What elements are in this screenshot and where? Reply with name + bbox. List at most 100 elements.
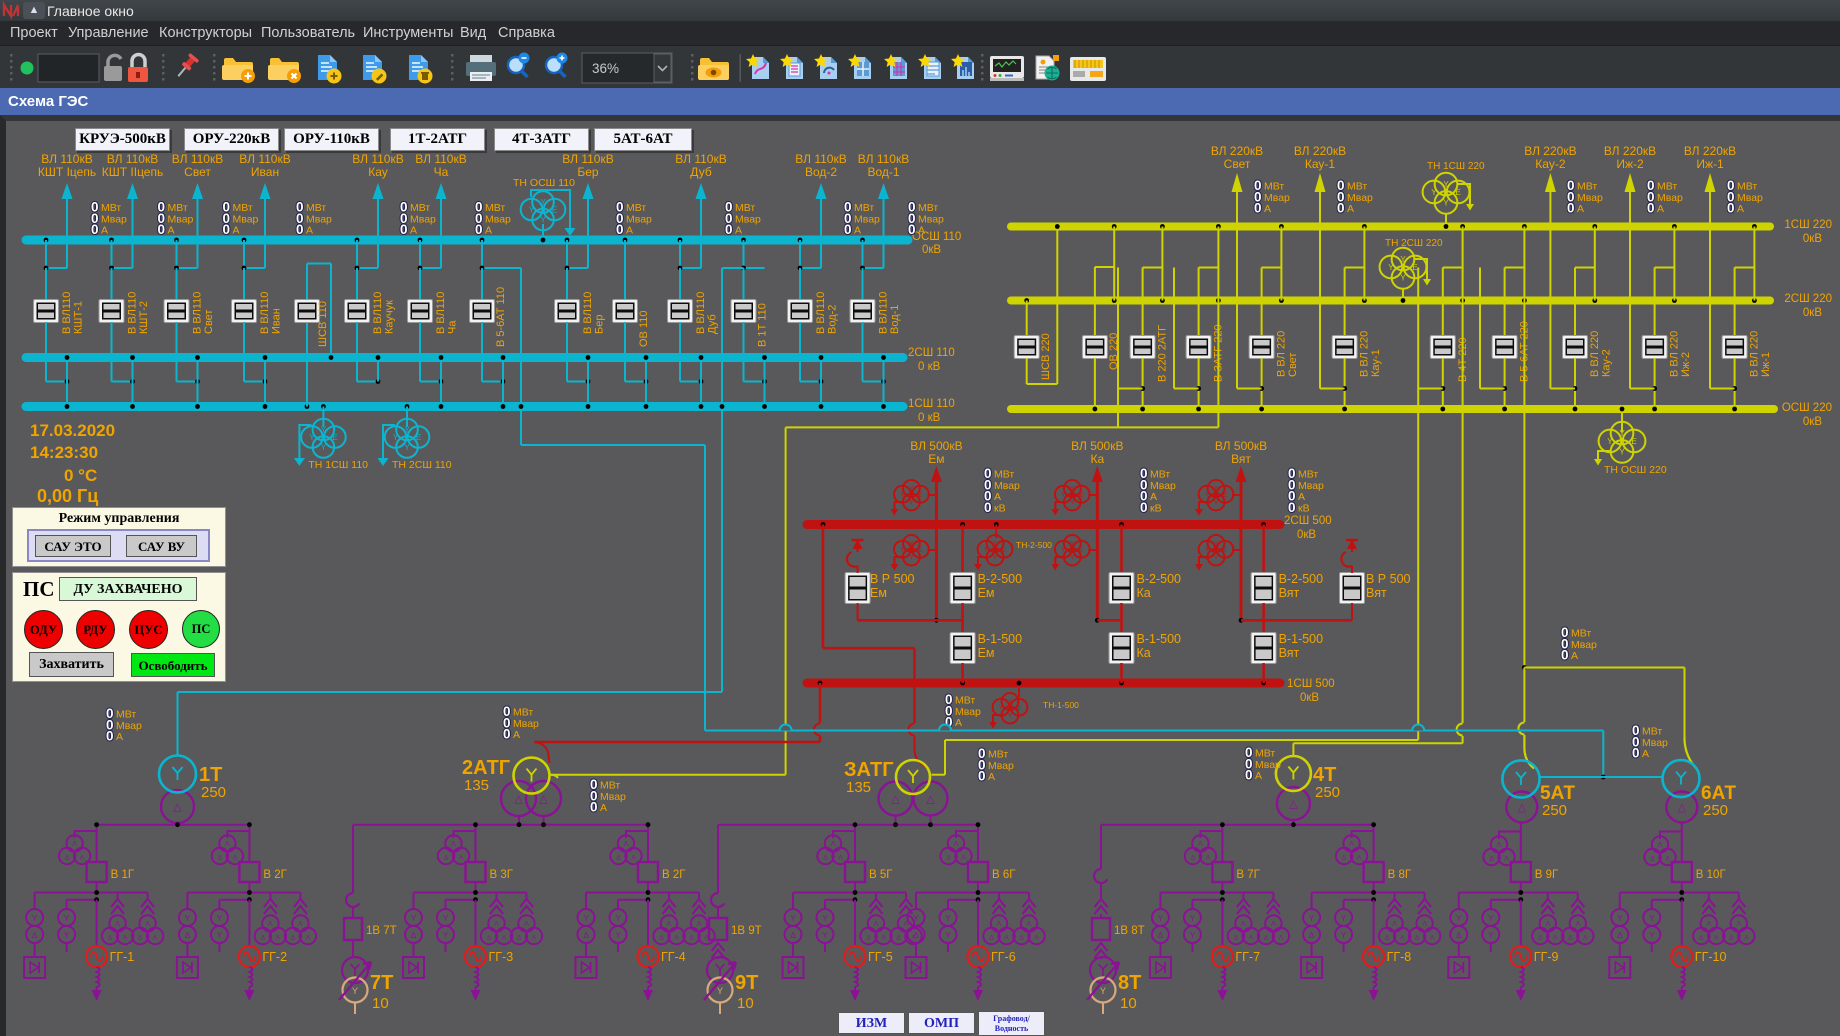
svg-text:0: 0 [158, 222, 166, 237]
svg-text:МВт: МВт [485, 202, 505, 214]
svg-text:В ВЛ 220: В ВЛ 220 [1749, 331, 1761, 377]
svg-text:Λ: Λ [1714, 935, 1719, 942]
svg-text:В ВЛ110: В ВЛ110 [259, 292, 271, 334]
svg-text:Свет: Свет [203, 310, 215, 334]
svg-text:Λ: Λ [1736, 921, 1741, 928]
svg-text:4Т: 4Т [1313, 764, 1336, 786]
svg-text:Y: Y [321, 443, 327, 452]
svg-text:ТН ОСШ 110: ТН ОСШ 110 [513, 177, 575, 189]
svg-text:Λ: Λ [1004, 935, 1009, 942]
svg-text:Мвар: Мвар [1737, 192, 1763, 204]
svg-text:Мвар: Мвар [994, 480, 1020, 492]
svg-text:ВЛ 220кВ: ВЛ 220кВ [1294, 144, 1346, 158]
svg-text:Кау: Кау [368, 165, 388, 179]
svg-text:ВЛ 220кВ: ВЛ 220кВ [1604, 144, 1656, 158]
svg-text:Иж-2: Иж-2 [1616, 157, 1644, 171]
svg-text:Е: Е [1017, 706, 1021, 712]
svg-text:МВт: МВт [1642, 726, 1662, 738]
svg-text:250: 250 [1703, 802, 1728, 819]
svg-text:Вод-2: Вод-2 [805, 165, 837, 179]
svg-text:0: 0 [1140, 500, 1148, 515]
svg-text:ВЛ 500кВ: ВЛ 500кВ [1215, 439, 1267, 453]
svg-text:Δ: Δ [1234, 935, 1239, 942]
svg-text:0: 0 [1632, 746, 1640, 761]
svg-text:кВ: кВ [1298, 502, 1310, 514]
svg-text:А: А [101, 225, 108, 237]
svg-text:10: 10 [1120, 995, 1137, 1012]
svg-text:В Р 500: В Р 500 [1366, 572, 1411, 586]
svg-text:Y: Y [583, 914, 589, 923]
svg-text:Y: Y [1158, 914, 1164, 923]
svg-text:Λ: Λ [115, 921, 120, 928]
svg-text:ТН 2СШ 220: ТН 2СШ 220 [1385, 238, 1443, 249]
svg-text:1В 9Т: 1В 9Т [731, 925, 762, 937]
svg-text:ГГ-5: ГГ-5 [868, 950, 893, 964]
svg-text:Λ: Λ [80, 855, 85, 862]
svg-text:0: 0 [1567, 201, 1575, 216]
svg-text:Y: Y [443, 931, 449, 940]
svg-text:Вод-1: Вод-1 [889, 305, 901, 334]
svg-text:Δ: Δ [1699, 935, 1704, 942]
svg-text:В-2-500: В-2-500 [978, 572, 1023, 586]
svg-text:Λ: Λ [1545, 921, 1550, 928]
svg-text:Λ: Λ [1357, 855, 1362, 862]
svg-text:Y: Y [540, 198, 546, 207]
svg-text:Бер: Бер [577, 165, 599, 179]
svg-text:Δ: Δ [32, 931, 38, 940]
svg-text:△: △ [539, 794, 548, 806]
svg-text:Δ: Δ [616, 855, 621, 862]
svg-text:Иж-2: Иж-2 [1680, 352, 1692, 377]
svg-text:Λ: Λ [1400, 935, 1405, 942]
svg-text:250: 250 [201, 784, 226, 801]
svg-text:В-2-500: В-2-500 [1137, 572, 1182, 586]
svg-text:△: △ [926, 794, 935, 806]
svg-text:ВЛ 110кВ: ВЛ 110кВ [41, 152, 92, 166]
svg-text:Y: Y [1070, 542, 1074, 548]
svg-text:А: А [600, 802, 607, 814]
svg-text:В-1-500: В-1-500 [1279, 632, 1324, 646]
svg-text:Е: Е [1631, 437, 1636, 446]
svg-text:ГГ-6: ГГ-6 [991, 950, 1016, 964]
svg-text:Y: Y [909, 500, 913, 506]
svg-text:Δ: Δ [1456, 931, 1462, 940]
svg-text:ТН 1СШ 220: ТН 1СШ 220 [1427, 161, 1485, 172]
svg-text:ВЛ 500кВ: ВЛ 500кВ [910, 439, 962, 453]
svg-text:В ВЛ110: В ВЛ110 [61, 292, 73, 334]
svg-text:ВЛ 110кВ: ВЛ 110кВ [107, 152, 158, 166]
svg-text:МВт: МВт [1657, 181, 1677, 193]
svg-text:В ВЛ 220: В ВЛ 220 [1359, 331, 1371, 377]
svg-text:Δ: Δ [1385, 935, 1390, 942]
svg-text:Λ: Λ [997, 921, 1002, 928]
svg-text:ОСШ 220: ОСШ 220 [1782, 402, 1832, 414]
svg-text:Λ: Λ [1504, 856, 1509, 863]
svg-text:В ВЛ110: В ВЛ110 [372, 292, 384, 334]
svg-text:Свет: Свет [184, 165, 211, 179]
svg-text:Λ: Λ [451, 841, 456, 848]
svg-text:Λ: Λ [1206, 855, 1211, 862]
svg-text:Y: Y [1008, 700, 1012, 706]
svg-text:Иван: Иван [251, 165, 279, 179]
svg-text:В ВЛ110: В ВЛ110 [435, 292, 447, 334]
svg-text:Е: Е [1223, 493, 1227, 499]
svg-text:Λ: Λ [954, 841, 959, 848]
svg-text:МВт: МВт [410, 202, 430, 214]
svg-text:Λ: Λ [1658, 842, 1663, 849]
svg-text:Мвар: Мвар [306, 213, 332, 225]
svg-text:Y: Y [1400, 255, 1406, 264]
svg-text:Y: Y [352, 986, 358, 996]
svg-text:5АТ: 5АТ [1540, 783, 1575, 804]
svg-text:Λ: Λ [494, 921, 499, 928]
svg-text:ВЛ 110кВ: ВЛ 110кВ [352, 152, 403, 166]
svg-text:ТН 1СШ 110: ТН 1СШ 110 [308, 459, 368, 471]
svg-text:Λ: Λ [524, 921, 529, 928]
svg-text:Λ: Λ [631, 855, 636, 862]
svg-text:ВЛ 110кВ: ВЛ 110кВ [562, 152, 613, 166]
svg-text:Е: Е [1455, 188, 1460, 197]
svg-text:МВт: МВт [918, 202, 938, 214]
svg-text:Мвар: Мвар [116, 720, 142, 732]
svg-text:Ка: Ка [1137, 646, 1151, 660]
svg-text:В ВЛ110: В ВЛ110 [878, 292, 890, 334]
svg-text:Y: Y [790, 914, 796, 923]
svg-text:Λ: Λ [72, 841, 77, 848]
svg-text:Свет: Свет [1287, 353, 1299, 377]
